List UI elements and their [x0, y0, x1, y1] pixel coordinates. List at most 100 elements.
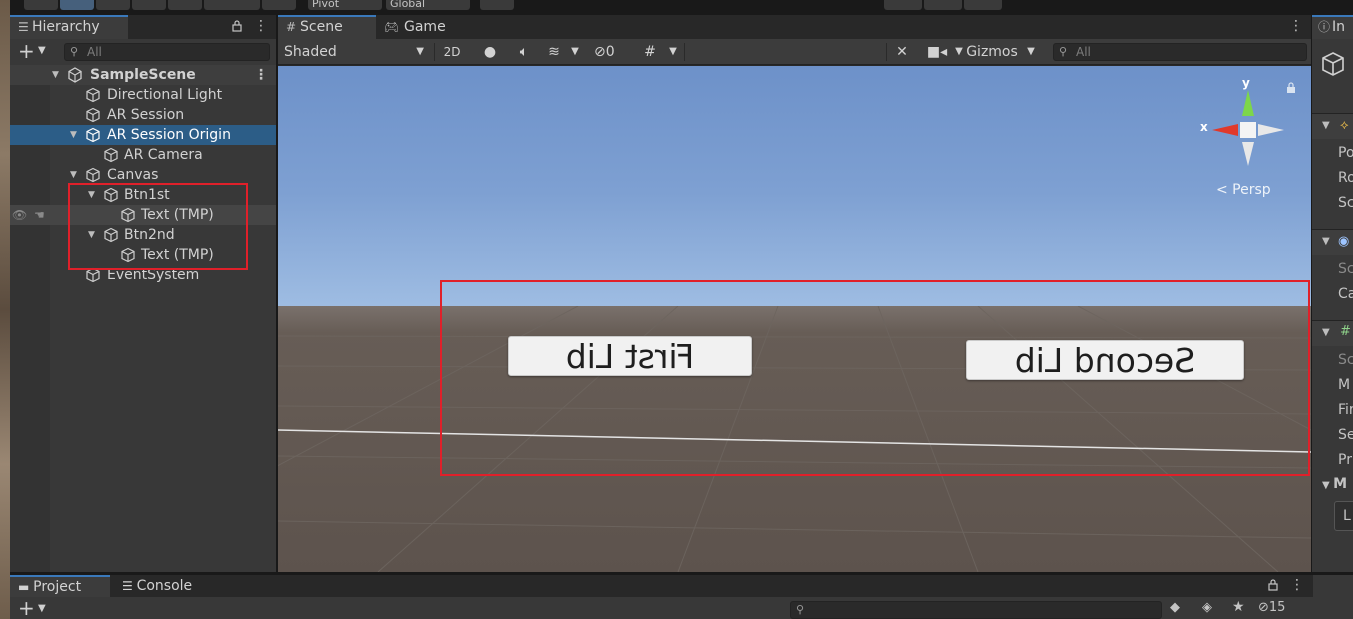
- project-search-input[interactable]: ⚲: [790, 601, 1162, 619]
- create-dropdown-icon[interactable]: ▼: [38, 43, 46, 59]
- script-header[interactable]: ▼ #: [1312, 320, 1353, 346]
- transform-tool-button[interactable]: [204, 0, 260, 10]
- lighting-bulb-icon[interactable]: ●: [476, 42, 504, 62]
- hierarchy-tab-label: Hierarchy: [32, 19, 100, 35]
- scene-viewport[interactable]: First Lib Second Lib y x < Persp: [278, 66, 1311, 572]
- gamepad-icon: 🎮︎: [384, 20, 400, 34]
- create-dropdown-icon[interactable]: ▼: [38, 601, 46, 617]
- visibility-eye-icon[interactable]: 👁: [12, 205, 27, 225]
- annotation-highlight-box: [440, 280, 1310, 476]
- scene-menu-icon[interactable]: ⋮: [1289, 18, 1303, 34]
- inspector-field-label: Fir: [1338, 402, 1353, 418]
- tab-console[interactable]: ☰ Console: [114, 575, 214, 597]
- transform-icon: ⟡: [1340, 118, 1349, 133]
- desktop-background: [0, 0, 10, 619]
- play-button[interactable]: [884, 0, 922, 10]
- scene-toolbar: Shaded ▼ 2D ● 🔈︎ ≋ ▼ ⊘0 # ▼ ✕ ■◂ ▼ Gizmo…: [278, 39, 1311, 65]
- gizmos-button[interactable]: Gizmos: [962, 42, 1022, 62]
- rect-tool-button[interactable]: [168, 0, 202, 10]
- pickable-hand-icon[interactable]: ☚: [34, 205, 45, 225]
- scene-row[interactable]: ▼ SampleScene ⋮: [10, 65, 276, 85]
- effects-layers-icon[interactable]: ≋: [540, 42, 568, 62]
- hierarchy-item-ar-session-origin[interactable]: ▼ AR Session Origin: [10, 125, 276, 145]
- grid-dropdown-icon[interactable]: ▼: [666, 42, 680, 62]
- hidden-eye-icon: ⊘: [1258, 600, 1269, 615]
- hierarchy-item-ar-session[interactable]: AR Session: [10, 105, 276, 125]
- gizmos-dropdown-icon[interactable]: ▼: [1024, 42, 1038, 62]
- hidden-packages-toggle[interactable]: ⊘15: [1258, 600, 1285, 615]
- rotate-tool-button[interactable]: [96, 0, 130, 10]
- hierarchy-search-input[interactable]: ⚲ All: [64, 43, 270, 61]
- search-icon: ⚲: [796, 603, 805, 616]
- item-label: Directional Light: [107, 87, 223, 103]
- custom-tool-button[interactable]: [262, 0, 296, 10]
- inspector-panel: ⓘ In ▼ ⟡ Po Ro Sc ▼ ◉ Sc Ca ▼ # Sc M Fir Se …: [1312, 15, 1353, 572]
- create-plus-icon[interactable]: +: [18, 597, 35, 619]
- pause-button[interactable]: [924, 0, 962, 10]
- expand-arrow-icon[interactable]: ▼: [70, 165, 80, 185]
- filter-label-icon[interactable]: ◈: [1202, 600, 1212, 615]
- inspector-button[interactable]: L: [1334, 501, 1353, 531]
- annotation-highlight-box: [68, 183, 248, 270]
- toggle-2d-button[interactable]: 2D: [438, 42, 466, 62]
- tab-project[interactable]: ▬ Project: [10, 575, 110, 597]
- transform-header[interactable]: ▼ ⟡: [1312, 113, 1353, 139]
- hierarchy-item-ar-camera[interactable]: AR Camera: [10, 145, 276, 165]
- tab-hierarchy[interactable]: ☰ Hierarchy: [10, 15, 128, 39]
- hierarchy-item-canvas[interactable]: ▼ Canvas: [10, 165, 276, 185]
- expand-arrow-icon[interactable]: ▼: [70, 125, 80, 145]
- inspector-field-label: Sc: [1338, 195, 1353, 211]
- step-button[interactable]: [964, 0, 1002, 10]
- tools-wrench-icon[interactable]: ✕: [890, 42, 914, 62]
- scene-tab-bar: # Scene 🎮︎ Game ⋮: [278, 15, 1311, 39]
- audio-speaker-icon[interactable]: 🔈︎: [510, 42, 538, 62]
- scene-search-input[interactable]: ⚲ All: [1053, 43, 1307, 61]
- grid-snap-button[interactable]: [480, 0, 514, 10]
- effects-dropdown-icon[interactable]: ▼: [568, 42, 582, 62]
- separator: [886, 43, 887, 61]
- create-plus-icon[interactable]: +: [18, 40, 35, 62]
- list-icon: ☰: [18, 20, 29, 34]
- move-tool-button[interactable]: [60, 0, 94, 10]
- unity-scene-icon: [67, 67, 83, 83]
- pivot-toggle[interactable]: Pivot: [308, 0, 382, 10]
- expand-arrow-icon[interactable]: ▼: [52, 65, 62, 85]
- lock-icon[interactable]: [232, 20, 242, 32]
- pivot-label: Pivot: [312, 0, 340, 10]
- global-label: Global: [390, 0, 426, 10]
- component-icon: ◉: [1338, 234, 1350, 249]
- console-icon: ☰: [122, 579, 137, 593]
- draw-mode-dropdown[interactable]: Shaded ▼: [282, 42, 428, 62]
- console-tab-label: Console: [136, 578, 193, 594]
- bottom-panel: ▬ Project ☰ Console ⋮ + ▼ ⚲ ◆ ◈ ★ ⊘15: [10, 575, 1313, 619]
- tab-inspector[interactable]: ⓘ In: [1312, 15, 1353, 39]
- grid-toggle-icon[interactable]: #: [638, 42, 662, 62]
- hand-tool-button[interactable]: [24, 0, 58, 10]
- scale-tool-button[interactable]: [132, 0, 166, 10]
- inspector-field-label: Ca: [1338, 286, 1353, 302]
- gizmo-lock-icon[interactable]: [1286, 82, 1296, 94]
- lock-icon[interactable]: [1268, 579, 1278, 591]
- favorites-star-icon[interactable]: ★: [1232, 599, 1245, 615]
- item-label: AR Session Origin: [107, 127, 231, 143]
- draw-mode-label: Shaded: [284, 44, 337, 60]
- gameobject-cube-icon: [85, 87, 101, 103]
- inspector-field-label: Pr: [1338, 452, 1352, 468]
- script-icon: #: [1340, 324, 1351, 339]
- persp-toggle[interactable]: < Persp: [1216, 182, 1271, 198]
- info-icon: ⓘ: [1318, 20, 1331, 34]
- scene-menu-icon[interactable]: ⋮: [254, 67, 268, 83]
- global-toggle[interactable]: Global: [386, 0, 470, 10]
- hierarchy-search-row: + ▼ ⚲ All: [10, 39, 276, 63]
- orientation-gizmo[interactable]: [1198, 80, 1288, 170]
- tab-game[interactable]: 🎮︎ Game: [376, 15, 462, 39]
- component-header[interactable]: ▼ ◉: [1312, 229, 1353, 255]
- hidden-objects-toggle[interactable]: ⊘0: [594, 42, 632, 62]
- camera-icon[interactable]: ■◂: [920, 42, 954, 62]
- filter-type-icon[interactable]: ◆: [1170, 600, 1180, 615]
- hierarchy-item-directional-light[interactable]: Directional Light: [10, 85, 276, 105]
- y-axis-cone: [1242, 90, 1254, 116]
- tab-scene[interactable]: # Scene: [278, 15, 376, 39]
- bottom-menu-icon[interactable]: ⋮: [1290, 577, 1304, 593]
- hierarchy-menu-icon[interactable]: ⋮: [254, 18, 268, 34]
